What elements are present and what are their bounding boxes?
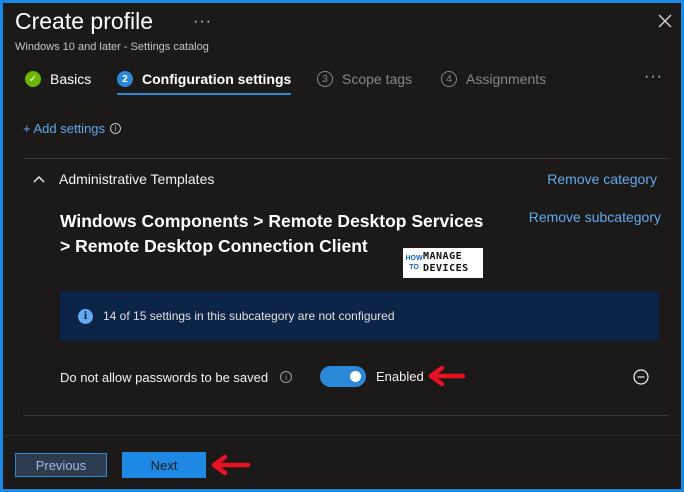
logo-how-to: HOW TO — [405, 254, 423, 272]
active-step-underline — [117, 93, 291, 95]
tab-configuration-settings[interactable]: 2 Configuration settings — [117, 65, 291, 93]
divider — [23, 415, 669, 416]
toggle-state-label: Enabled — [376, 369, 424, 384]
check-icon: ✓ — [25, 71, 41, 87]
divider — [23, 158, 669, 159]
info-icon: i — [78, 308, 93, 324]
tab-scope-tags[interactable]: 3 Scope tags — [317, 65, 412, 93]
logo-text: DEVICES — [423, 263, 469, 274]
toggle-knob — [350, 371, 361, 382]
howtomanagedevices-logo: HOW TO MANAGE DEVICES — [403, 248, 483, 278]
step-number: 2 — [117, 71, 133, 87]
info-icon[interactable]: i — [280, 371, 293, 383]
add-settings-label: + Add settings — [23, 121, 106, 136]
annotation-arrow-icon — [211, 454, 250, 476]
page-title: Create profile — [15, 8, 154, 34]
step-label: Basics — [50, 71, 92, 87]
setting-toggle[interactable] — [320, 366, 366, 387]
subcategory-title-line: Windows Components > Remote Desktop Serv… — [60, 211, 484, 231]
logo-text: MANAGE — [423, 251, 463, 262]
page-subtitle: Windows 10 and later - Settings catalog — [15, 41, 209, 53]
create-profile-panel: Create profile ··· Windows 10 and later … — [0, 0, 684, 492]
logo-text: HOW — [405, 255, 423, 262]
setting-label: Do not allow passwords to be saved — [60, 369, 269, 385]
logo-manage-devices: MANAGE DEVICES — [423, 251, 481, 275]
annotation-arrow-icon — [428, 365, 465, 387]
info-icon[interactable]: i — [110, 123, 122, 134]
wizard-steps: ✓ Basics 2 Configuration settings 3 Scop… — [11, 65, 671, 95]
info-banner: i 14 of 15 settings in this subcategory … — [60, 291, 659, 341]
remove-subcategory-link[interactable]: Remove subcategory — [529, 209, 661, 225]
step-label: Assignments — [466, 71, 547, 87]
step-label: Configuration settings — [142, 71, 292, 87]
title-more-icon[interactable]: ··· — [193, 13, 212, 31]
banner-text: 14 of 15 settings in this subcategory ar… — [103, 309, 395, 323]
step-number: 4 — [441, 71, 457, 87]
step-number: 3 — [317, 71, 333, 87]
add-settings-link[interactable]: + Add settings i — [23, 121, 122, 136]
next-button[interactable]: Next — [122, 452, 206, 478]
tab-basics[interactable]: ✓ Basics — [25, 65, 91, 93]
logo-text: TO — [409, 264, 419, 271]
setting-row: Do not allow passwords to be saved i Ena… — [60, 366, 660, 388]
step-label: Scope tags — [342, 71, 413, 87]
category-name: Administrative Templates — [59, 171, 215, 187]
previous-button[interactable]: Previous — [15, 453, 107, 477]
minus-circle-icon[interactable] — [633, 369, 649, 385]
remove-category-link[interactable]: Remove category — [547, 171, 657, 187]
category-header[interactable]: Administrative Templates — [33, 171, 214, 187]
wizard-more-icon[interactable]: ··· — [644, 68, 663, 86]
close-icon[interactable] — [657, 13, 673, 29]
chevron-up-icon[interactable] — [33, 175, 45, 183]
tab-assignments[interactable]: 4 Assignments — [441, 65, 546, 93]
footer-divider — [3, 435, 681, 436]
